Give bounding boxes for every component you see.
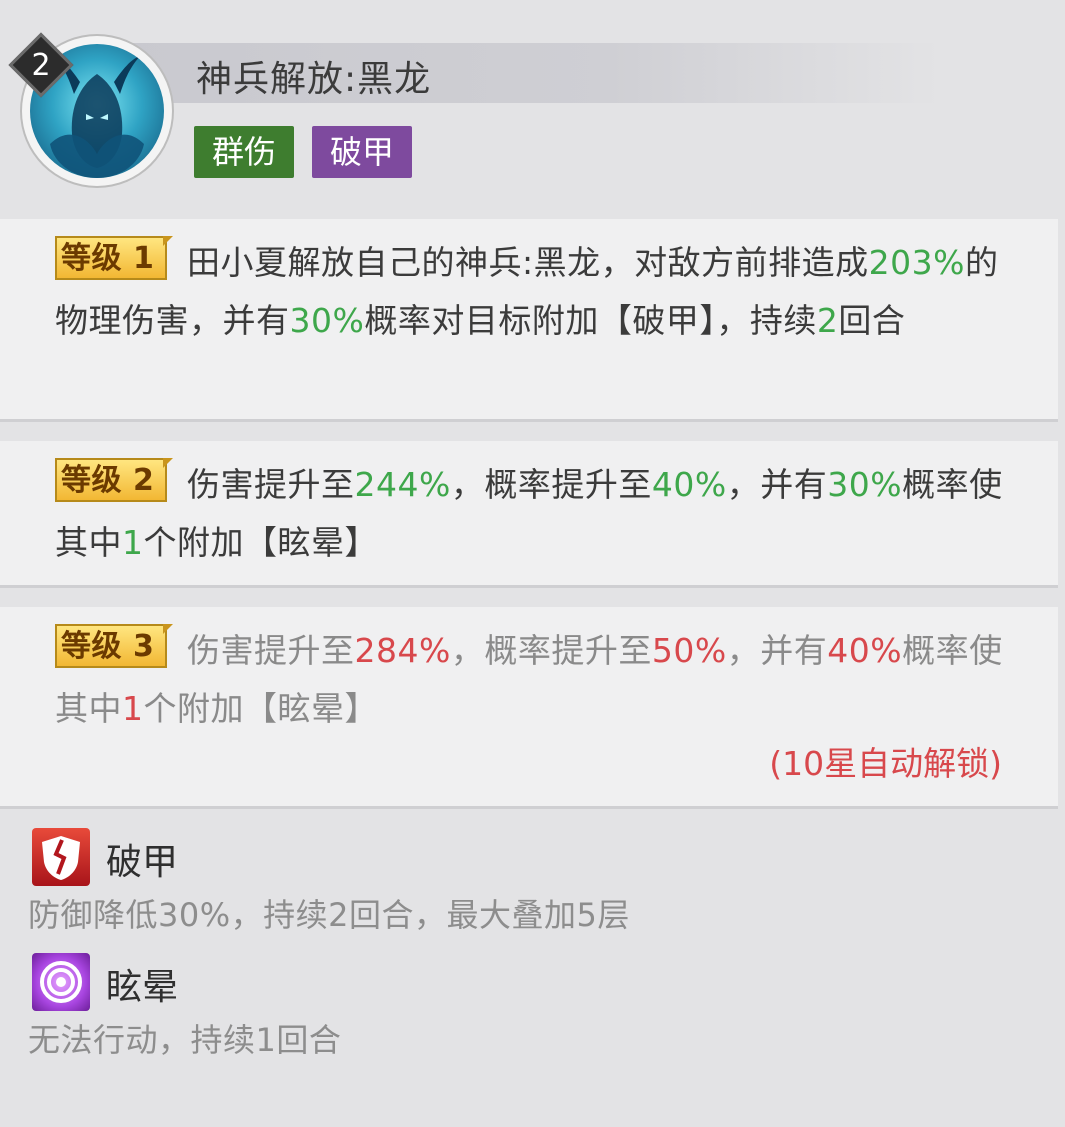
level-value: 284% xyxy=(354,631,451,670)
level-desc-text: 回合 xyxy=(838,301,906,340)
skill-header: 2 神兵解放:黑龙 群伤 破甲 xyxy=(0,0,1065,210)
level-desc-text: 概率对目标附加【破甲】，持续 xyxy=(364,301,817,340)
level-badge-3: 等级 3 xyxy=(55,624,173,668)
level-value: 30% xyxy=(827,465,903,504)
skill-level-number: 2 xyxy=(31,48,51,83)
level-value: 203% xyxy=(868,243,965,282)
level-2-text: 等级 2 伤害提升至244%，概率提升至40%，并有30%概率使其中1个附加【眩晕… xyxy=(55,456,1008,572)
level-2-panel: 等级 2 伤害提升至244%，概率提升至40%，并有30%概率使其中1个附加【眩晕… xyxy=(0,441,1058,588)
tag-aoe-damage: 群伤 xyxy=(194,126,295,178)
level-value: 30% xyxy=(289,301,365,340)
level-desc-text: ，并有 xyxy=(726,631,828,670)
level-badge-label: 等级 2 xyxy=(61,463,155,498)
level-1-panel: 等级 1 田小夏解放自己的神兵:黑龙，对敌方前排造成203%的物理伤害，并有30%… xyxy=(0,219,1058,422)
concentric-circle-icon xyxy=(32,953,90,1011)
level-desc-text: 田小夏解放自己的神兵:黑龙，对敌方前排造成 xyxy=(187,243,869,282)
level-desc-text: ，概率提升至 xyxy=(450,465,652,504)
level-desc-text: ，并有 xyxy=(726,465,828,504)
level-3-text: 等级 3 伤害提升至284%，概率提升至50%，并有40%概率使其中1个附加【眩晕… xyxy=(55,622,1008,738)
broken-shield-icon xyxy=(32,828,90,886)
level-value: 1 xyxy=(122,523,144,562)
level-value: 40% xyxy=(827,631,903,670)
tag-armor-break: 破甲 xyxy=(312,126,413,178)
level-desc-text: 伤害提升至 xyxy=(187,631,355,670)
level-value: 50% xyxy=(651,631,727,670)
effect-desc-stun: 无法行动，持续1回合 xyxy=(28,1021,342,1059)
effect-desc-armor-break: 防御降低30%，持续2回合，最大叠加5层 xyxy=(28,896,630,934)
level-badge-1: 等级 1 xyxy=(55,236,173,280)
level-value: 1 xyxy=(122,689,144,728)
level-value: 244% xyxy=(354,465,451,504)
level-desc-text: ，概率提升至 xyxy=(450,631,652,670)
effect-name-armor-break: 破甲 xyxy=(106,842,179,883)
level-desc-text: 个附加【眩晕】 xyxy=(143,523,378,562)
level-badge-label: 等级 3 xyxy=(61,629,155,664)
level-3-panel: 等级 3 伤害提升至284%，概率提升至50%，并有40%概率使其中1个附加【眩晕… xyxy=(0,607,1058,809)
level-badge-2: 等级 2 xyxy=(55,458,173,502)
level-desc-text: 个附加【眩晕】 xyxy=(143,689,378,728)
level-badge-label: 等级 1 xyxy=(61,241,155,276)
level-value: 40% xyxy=(651,465,727,504)
unlock-note: (10星自动解锁) xyxy=(769,744,1002,783)
level-value: 2 xyxy=(816,301,839,340)
effect-name-stun: 眩晕 xyxy=(106,967,179,1008)
level-desc-text: 伤害提升至 xyxy=(187,465,355,504)
level-1-text: 等级 1 田小夏解放自己的神兵:黑龙，对敌方前排造成203%的物理伤害，并有30%… xyxy=(55,234,1008,350)
skill-title: 神兵解放:黑龙 xyxy=(196,59,432,100)
